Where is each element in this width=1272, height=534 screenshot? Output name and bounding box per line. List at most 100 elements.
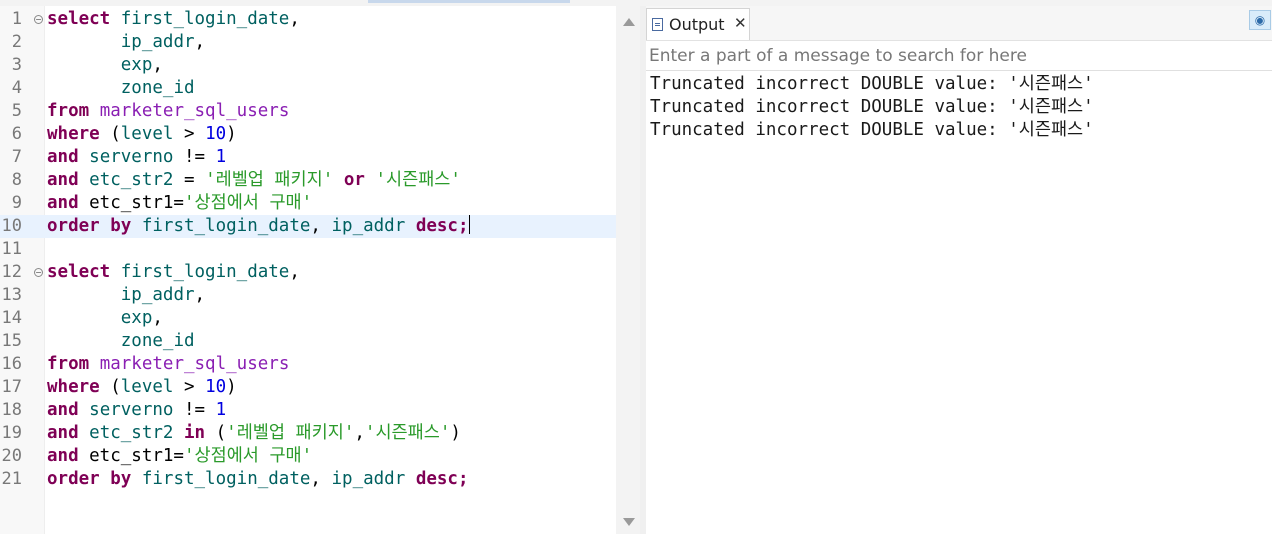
tab-output[interactable]: Output ✕	[646, 8, 750, 40]
token-id: serverno	[89, 147, 174, 167]
close-icon[interactable]: ✕	[734, 14, 747, 32]
token-str: '상점에서 구매'	[183, 446, 313, 466]
code-line[interactable]: 10 order by first_login_date, ip_addr des…	[0, 215, 616, 238]
line-number: 9	[11, 193, 22, 213]
code-text: from marketer_sql_users	[47, 100, 289, 123]
token-text: etc_str1=	[78, 193, 184, 213]
token-id: first_login_date	[141, 469, 311, 489]
token-str: '시즌패스'	[364, 423, 451, 443]
code-text: exp,	[47, 307, 163, 330]
token-kw: and	[47, 170, 79, 190]
editor-vertical-scrollbar[interactable]	[616, 6, 640, 534]
token-kw: in	[184, 423, 206, 443]
code-line[interactable]: 8 and etc_str2 = '레벨업 패키지' or '시즌패스'	[0, 169, 616, 192]
code-line[interactable]: 12 − select first_login_date,	[0, 261, 616, 284]
token-text: ,	[194, 285, 206, 305]
scroll-up-arrow-icon[interactable]	[623, 18, 635, 26]
output-message[interactable]: Truncated incorrect DOUBLE value: '시즌패스'	[650, 73, 1094, 96]
code-line[interactable]: 15 zone_id	[0, 330, 616, 353]
token-kw: desc	[415, 469, 458, 489]
code-line[interactable]: 7 and serverno != 1	[0, 146, 616, 169]
code-line[interactable]: 2 ip_addr,	[0, 31, 616, 54]
code-line[interactable]: 9 and etc_str1='상점에서 구매'	[0, 192, 616, 215]
code-line[interactable]: 4 zone_id	[0, 77, 616, 100]
code-line[interactable]: 3 exp,	[0, 54, 616, 77]
code-text: and etc_str1='상점에서 구매'	[47, 192, 312, 215]
line-number: 12	[1, 262, 22, 282]
code-line[interactable]: 21 order by first_login_date, ip_addr des…	[0, 468, 616, 491]
token-kw: and	[47, 400, 79, 420]
line-number: 15	[1, 331, 22, 351]
code-text: and etc_str2 = '레벨업 패키지' or '시즌패스'	[47, 169, 461, 192]
output-tab-bar: Output ✕ ◉	[646, 6, 1272, 41]
line-number: 3	[11, 55, 22, 75]
code-text: zone_id	[47, 77, 195, 100]
token-id: level	[120, 124, 174, 144]
code-text: and etc_str2 in ('레벨업 패키지','시즌패스')	[47, 422, 461, 445]
eye-icon[interactable]: ◉	[1249, 10, 1271, 30]
token-id: first_login_date	[120, 9, 290, 29]
token-id: etc_str2	[89, 170, 174, 190]
code-line[interactable]: 6 where (level > 10)	[0, 123, 616, 146]
token-text: =	[173, 170, 206, 190]
token-text: ,	[289, 9, 300, 29]
token-id: exp	[120, 308, 153, 328]
code-line[interactable]: 5 from marketer_sql_users	[0, 100, 616, 123]
code-text: ip_addr,	[47, 31, 205, 54]
token-str: '시즌패스'	[375, 170, 461, 190]
token-num: 10	[205, 124, 227, 144]
code-line[interactable]: 11	[0, 238, 616, 261]
code-line[interactable]: 18 and serverno != 1	[0, 399, 616, 422]
code-line[interactable]: 14 exp,	[0, 307, 616, 330]
token-text: >	[173, 377, 206, 397]
token-text: ,	[354, 423, 365, 443]
code-line[interactable]: 13 ip_addr,	[0, 284, 616, 307]
line-number: 21	[1, 469, 22, 489]
line-number: 18	[1, 400, 22, 420]
token-id: zone_id	[120, 78, 195, 98]
token-text: ,	[310, 216, 332, 236]
line-number: 1	[11, 9, 22, 29]
token-id: ip_addr	[120, 32, 195, 52]
code-line[interactable]: 1 − select first_login_date,	[0, 8, 616, 31]
line-number: 2	[11, 32, 22, 52]
token-kw: order by	[47, 216, 132, 236]
code-text: where (level > 10)	[47, 123, 237, 146]
active-tab-indicator	[368, 0, 570, 3]
token-text: (	[99, 377, 121, 397]
line-number: 10	[1, 216, 22, 236]
token-id: serverno	[89, 400, 174, 420]
output-message[interactable]: Truncated incorrect DOUBLE value: '시즌패스'	[650, 96, 1094, 119]
code-text: and etc_str1='상점에서 구매'	[47, 445, 312, 468]
fold-toggle-icon[interactable]: −	[34, 268, 43, 277]
line-number: 20	[1, 446, 22, 466]
document-icon	[652, 18, 663, 31]
token-text: !=	[173, 400, 216, 420]
token-kw: and	[47, 193, 79, 213]
line-number: 13	[1, 285, 22, 305]
line-number: 4	[11, 78, 22, 98]
code-line[interactable]: 16 from marketer_sql_users	[0, 353, 616, 376]
code-text: and serverno != 1	[47, 399, 226, 422]
code-text: select first_login_date,	[47, 261, 300, 284]
scroll-down-arrow-icon[interactable]	[623, 518, 635, 526]
token-kw: desc	[415, 216, 458, 236]
line-number: 11	[1, 239, 22, 259]
code-text: exp,	[47, 54, 163, 77]
message-search-input[interactable]	[646, 41, 1272, 71]
token-text: )	[226, 377, 237, 397]
output-message[interactable]: Truncated incorrect DOUBLE value: '시즌패스'	[650, 119, 1094, 142]
line-number: 19	[1, 423, 22, 443]
code-line[interactable]: 19 and etc_str2 in ('레벨업 패키지','시즌패스')	[0, 422, 616, 445]
sql-editor[interactable]: 1− select first_login_date, 2 ip_addr, 3 ex…	[0, 6, 616, 534]
fold-toggle-icon[interactable]: −	[34, 15, 43, 24]
token-id: first_login_date	[120, 262, 290, 282]
code-line[interactable]: 20 and etc_str1='상점에서 구매'	[0, 445, 616, 468]
code-line[interactable]: 17 where (level > 10)	[0, 376, 616, 399]
